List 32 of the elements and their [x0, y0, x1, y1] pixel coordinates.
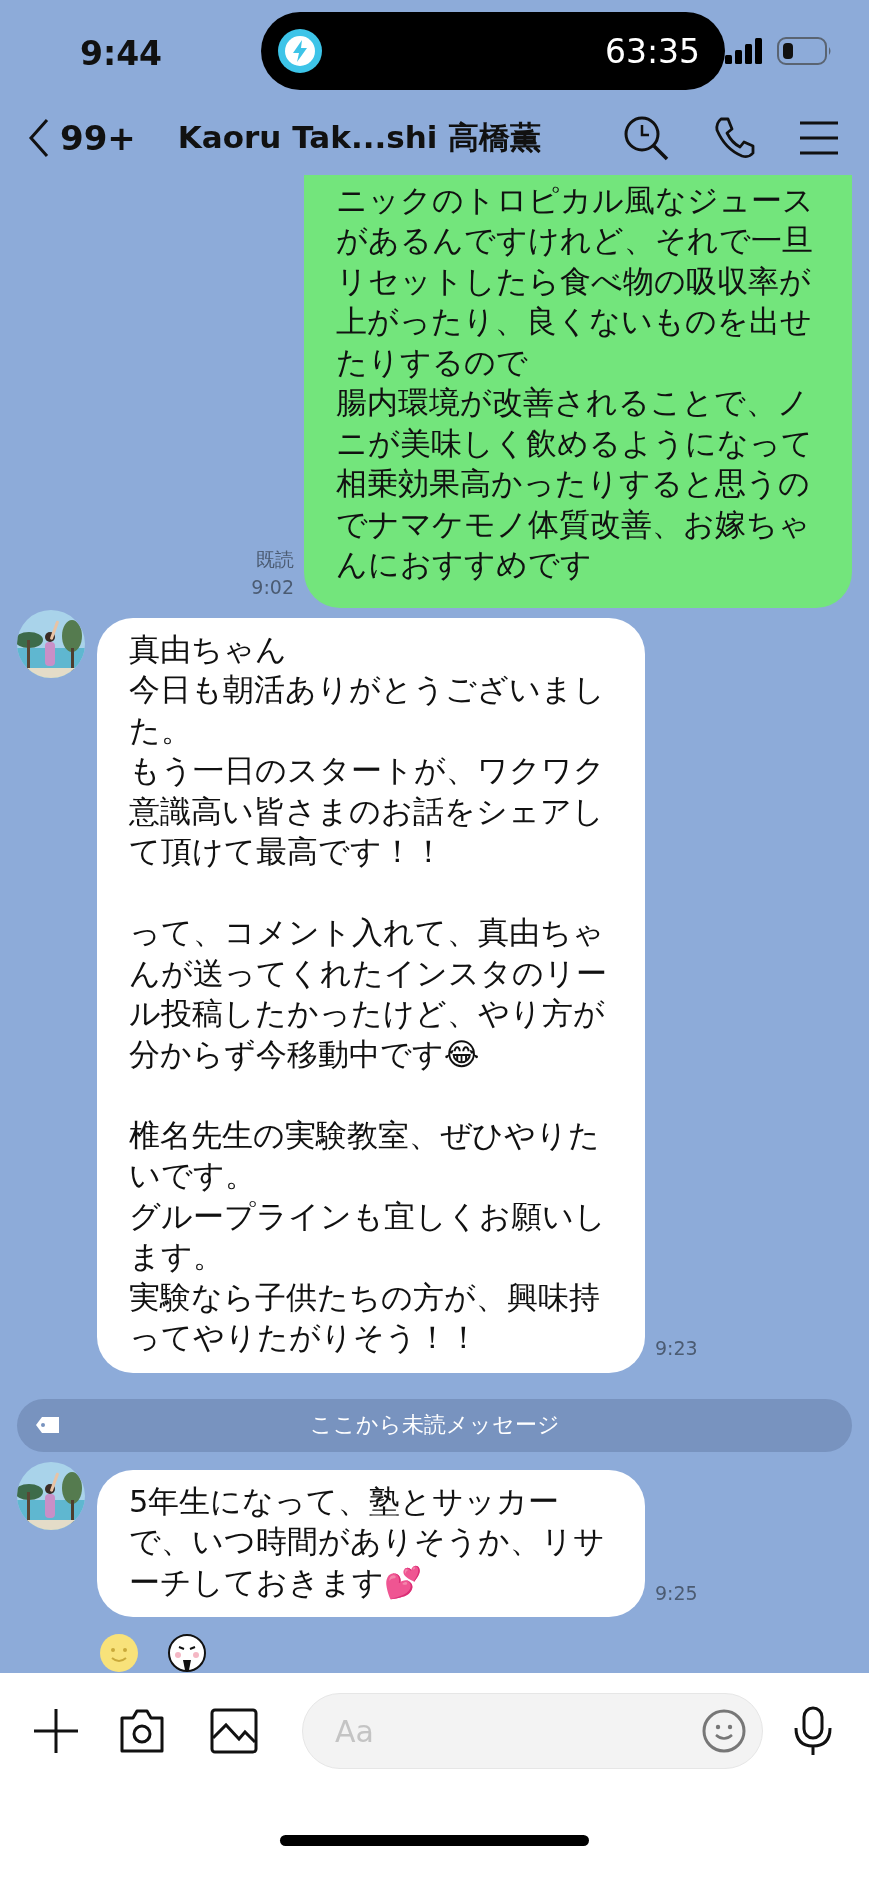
camera-button[interactable] — [118, 1708, 166, 1755]
unread-divider: ここから未読メッセージ — [17, 1398, 852, 1452]
message-text: 椎名先生の実験教室、ぜひやりたいです。 — [129, 1116, 601, 1196]
back-button[interactable]: 99+ — [28, 118, 136, 159]
chevron-icon — [28, 118, 50, 159]
clock-time: 9:44 — [80, 33, 164, 73]
image-button[interactable] — [210, 1708, 258, 1755]
search-icon[interactable] — [623, 115, 669, 162]
bolt-icon — [277, 28, 324, 74]
message-text: 実験なら子供たちの方が、興味持ってやりたがりそう！！ — [129, 1278, 601, 1358]
emoji-icon[interactable] — [701, 1708, 747, 1755]
battery-icon — [777, 37, 833, 65]
chat-title: Kaoru Tak...shi 高橋薫 — [177, 118, 542, 158]
microphone-button[interactable] — [793, 1706, 833, 1757]
message-text: 今日も朝活ありがとうございました。 — [129, 671, 606, 750]
message-text: って、コメント入れて、真由ちゃんが送ってくれたインスタのリール投稿したかったけど、やり方が分からず今移動中です😂 — [129, 914, 608, 1074]
message-time: 9:25 — [655, 1580, 698, 1606]
add-button[interactable] — [32, 1707, 80, 1756]
message-text: グループラインも宜しくお願いします。 — [129, 1197, 607, 1277]
read-receipt: 既読 — [256, 546, 294, 572]
smiley-icon — [99, 1633, 139, 1674]
message-time: 9:23 — [655, 1336, 698, 1362]
message-text: 5年生になって、塾とサッカーで、いつ時間がありそうか、リサーチしておきます💕 — [129, 1482, 606, 1602]
message-time: 9:02 — [251, 575, 294, 601]
message-text: ニックのトロピカル風なジュースがあるんですけれど、それで一旦リセットしたら食べ物の吸収率が上がったり、良くないものを出せたりするので — [336, 181, 815, 382]
message-text: 真由ちゃん — [129, 630, 288, 669]
message-text: もう一日のスタートが、ワクワク意識高い皆さまのお話をシェアして頂けて最高です！！ — [129, 752, 606, 872]
message-text: 腸内環境が改善されることで、ノニが美味しく飲めるようになって相乗効果高かったりすると思うのでナマケモノ体質改善、お嫁ちゃんにおすすめです — [336, 384, 814, 585]
phone-icon[interactable] — [713, 116, 755, 161]
menu-icon[interactable] — [799, 120, 839, 157]
timer-text: 63:35 — [604, 31, 700, 71]
tag-icon — [35, 1415, 61, 1434]
